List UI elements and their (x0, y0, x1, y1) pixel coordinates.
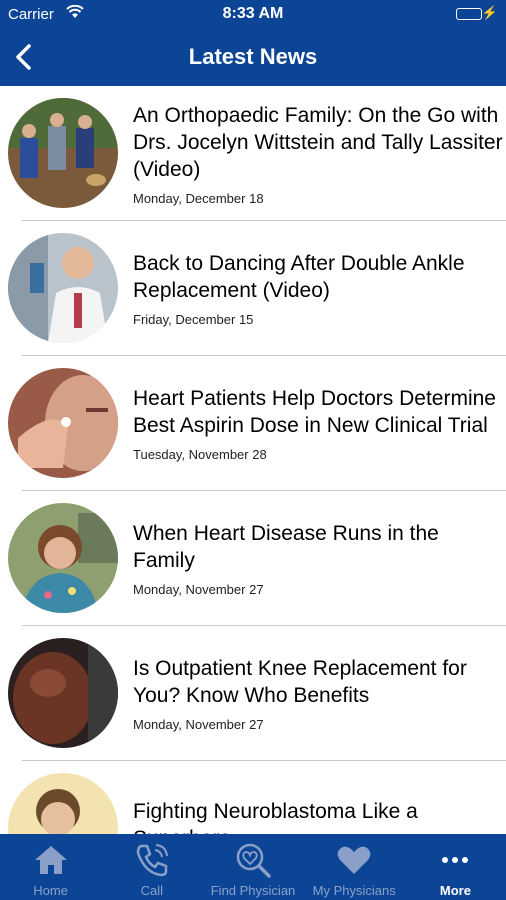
news-item[interactable]: An Orthopaedic Family: On the Go with Dr… (0, 86, 506, 221)
news-thumbnail (8, 368, 118, 478)
news-date: Tuesday, November 28 (133, 447, 267, 462)
news-date: Monday, December 18 (133, 190, 264, 206)
tab-my-physicians[interactable]: My Physicians (304, 834, 405, 900)
news-date: Friday, December 15 (133, 312, 254, 327)
tab-label: Find Physician (210, 883, 296, 898)
search-icon (202, 842, 303, 878)
tab-home[interactable]: Home (0, 834, 101, 900)
news-item[interactable]: Back to Dancing After Double Ankle Repla… (0, 221, 506, 356)
news-headline: When Heart Disease Runs in the Family (133, 522, 439, 572)
news-headline: Heart Patients Help Doctors Determine Be… (133, 387, 496, 437)
news-item[interactable]: Heart Patients Help Doctors Determine Be… (0, 356, 506, 491)
news-date: Monday, November 27 (133, 717, 264, 732)
news-headline: An Orthopaedic Family: On the Go with Dr… (133, 103, 503, 181)
clock: 8:33 AM (222, 5, 284, 22)
news-item[interactable]: Is Outpatient Knee Replacement for You? … (0, 626, 506, 761)
home-icon (0, 842, 101, 878)
tab-more[interactable]: More (405, 834, 506, 900)
news-thumbnail (8, 233, 118, 343)
more-icon (405, 842, 506, 878)
news-headline: Back to Dancing After Double Ankle Repla… (133, 252, 465, 302)
battery-icon (456, 8, 482, 20)
nav-bar: Latest News (0, 30, 506, 86)
news-item[interactable]: Fighting Neuroblastoma Like a Superhero (0, 761, 506, 834)
tab-find-physician[interactable]: Find Physician (202, 834, 303, 900)
tab-label: More (439, 883, 471, 898)
phone-icon (101, 842, 202, 878)
news-thumbnail (8, 98, 118, 208)
tab-bar: Home Call Find Physician My Physicians M… (0, 834, 506, 900)
news-item[interactable]: When Heart Disease Runs in the Family Mo… (0, 491, 506, 626)
heart-icon (304, 842, 405, 878)
news-thumbnail (8, 638, 118, 748)
tab-label: Call (140, 883, 163, 898)
tab-call[interactable]: Call (101, 834, 202, 900)
news-headline: Fighting Neuroblastoma Like a Superhero (133, 799, 418, 835)
tab-label: My Physicians (312, 883, 396, 898)
page-title: Latest News (188, 44, 318, 69)
status-bar: Carrier 8:33 AM ⚡ (0, 0, 506, 30)
news-headline: Is Outpatient Knee Replacement for You? … (133, 657, 467, 707)
news-thumbnail (8, 773, 118, 834)
charging-icon: ⚡ (481, 5, 498, 20)
tab-label: Home (33, 883, 68, 898)
news-thumbnail (8, 503, 118, 613)
news-list[interactable]: An Orthopaedic Family: On the Go with Dr… (0, 86, 506, 834)
news-date: Monday, November 27 (133, 582, 264, 597)
